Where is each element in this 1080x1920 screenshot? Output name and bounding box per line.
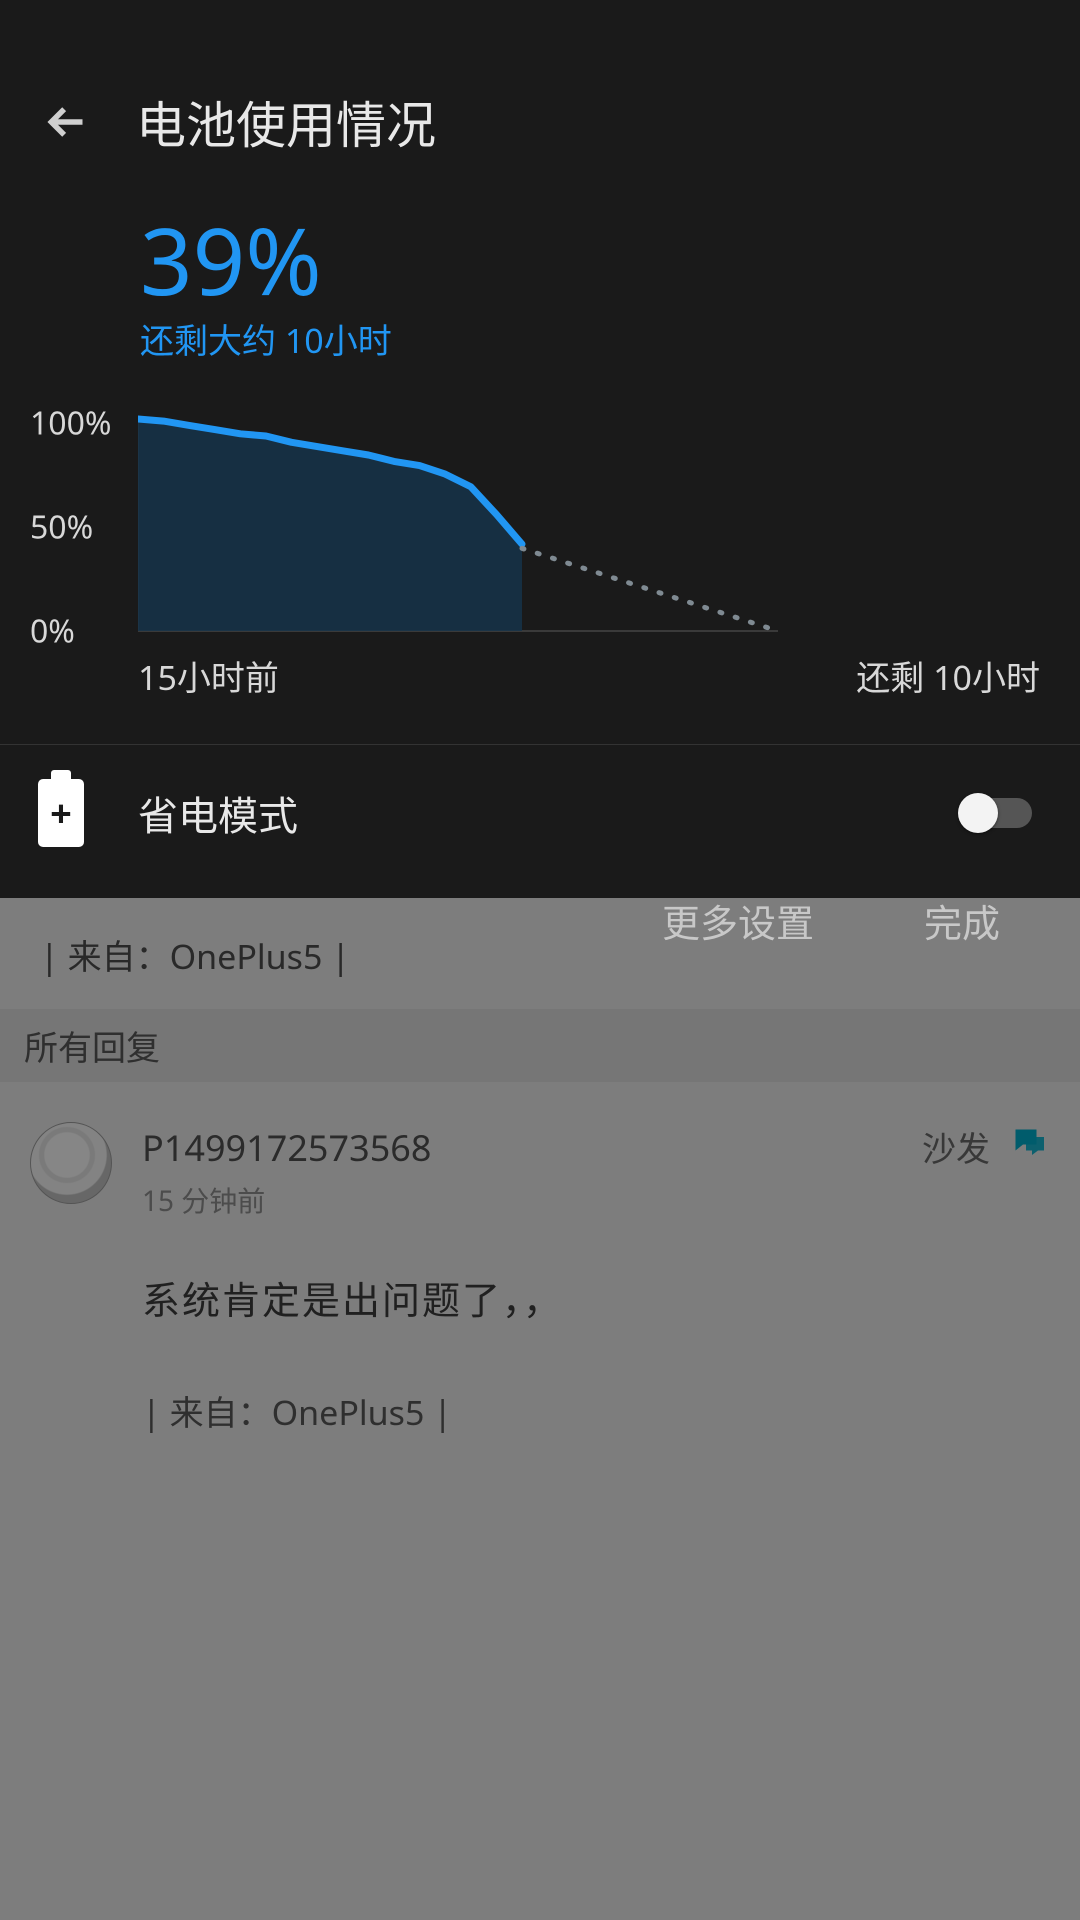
replies-header: 所有回复	[0, 1009, 1080, 1082]
reply-icon	[1008, 1125, 1050, 1161]
reply-text: 系统肯定是出问题了，，	[142, 1270, 1050, 1326]
battery-panel: 电池使用情况 39% 还剩大约 10小时 100% 50% 0% 15小时前 还…	[0, 0, 1080, 898]
reply-item: P1499172573568 15 分钟前 沙发 系统肯定是出问题了，， | 来…	[0, 1082, 1080, 1465]
back-button[interactable]	[40, 96, 92, 148]
page-title: 电池使用情况	[136, 86, 436, 158]
arrow-left-icon	[44, 100, 88, 144]
battery-saver-icon: +	[38, 779, 84, 847]
battery-percent: 39%	[140, 214, 940, 306]
battery-saver-row[interactable]: + 省电模式	[0, 745, 1080, 873]
reply-username: P1499172573568	[142, 1123, 431, 1172]
toggle-knob	[958, 793, 998, 833]
reply-floor-badge: 沙发	[922, 1122, 990, 1171]
more-settings-button[interactable]: 更多设置	[662, 893, 814, 949]
reply-time: 15 分钟前	[142, 1180, 431, 1220]
avatar	[30, 1122, 112, 1204]
battery-chart[interactable]: 100% 50% 0% 15小时前 还剩 10小时	[0, 413, 1080, 700]
y-tick-0: 0%	[30, 610, 75, 653]
reply-device-line: | 来自：OnePlus5 |	[142, 1386, 1050, 1435]
x-end-label: 还剩 10小时	[856, 651, 1040, 700]
battery-saver-toggle[interactable]	[962, 798, 1032, 828]
x-start-label: 15小时前	[138, 651, 279, 700]
done-button[interactable]: 完成	[924, 893, 1000, 949]
battery-remaining: 还剩大约 10小时	[140, 314, 940, 363]
y-tick-50: 50%	[30, 506, 93, 549]
battery-chart-svg	[138, 413, 778, 635]
y-tick-100: 100%	[30, 402, 112, 445]
panel-actions: 更多设置 完成	[0, 873, 1080, 949]
battery-saver-label: 省电模式	[138, 784, 298, 842]
battery-summary[interactable]: 39% 还剩大约 10小时	[0, 194, 1080, 373]
panel-header: 电池使用情况	[0, 0, 1080, 194]
